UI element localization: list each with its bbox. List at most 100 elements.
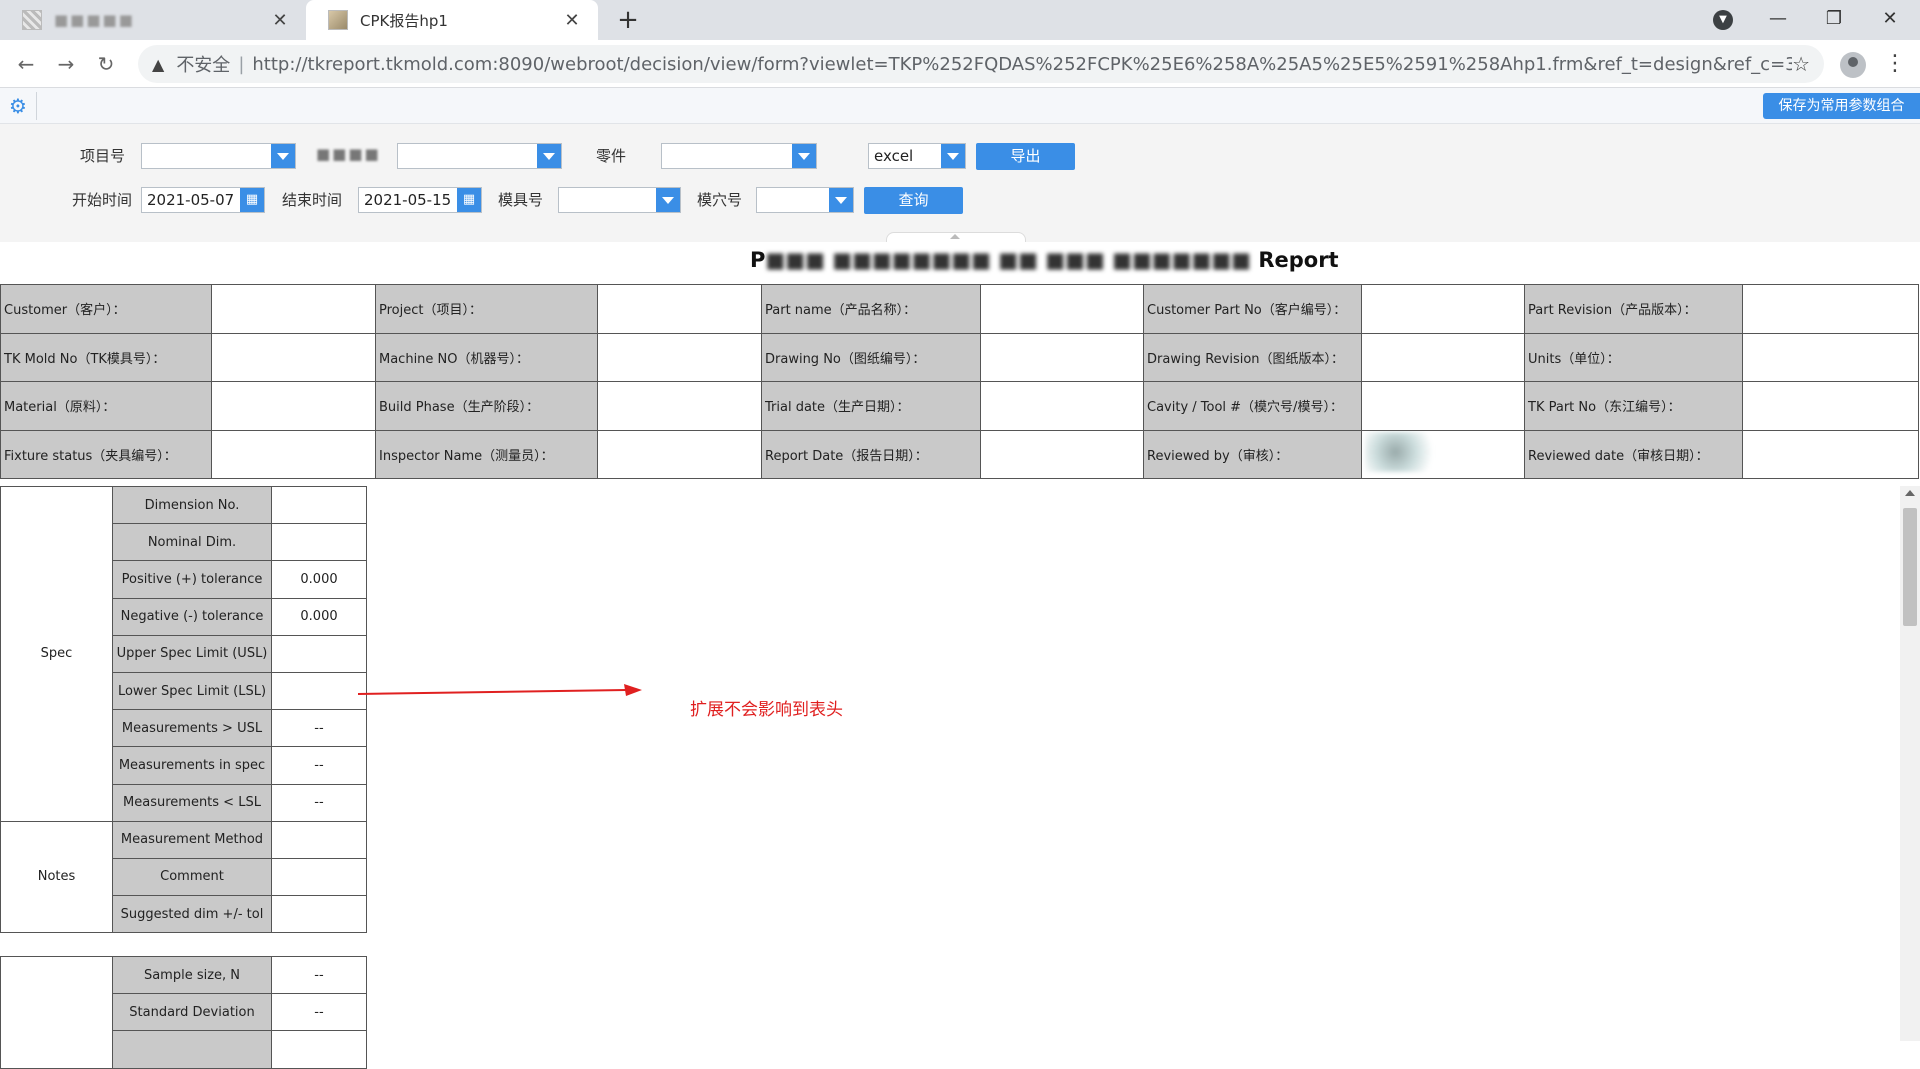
spec-value: [271, 523, 367, 562]
header-value: [980, 284, 1144, 334]
chevron-down-icon[interactable]: [271, 144, 295, 168]
notes-label: Comment: [112, 857, 272, 897]
spec-label: Negative (-) tolerance: [112, 597, 272, 636]
export-format-select[interactable]: excel: [868, 143, 966, 169]
header-value: [1361, 284, 1525, 334]
back-icon[interactable]: ←: [10, 48, 42, 80]
notes-value: [271, 895, 367, 934]
export-button[interactable]: 导出: [976, 143, 1075, 170]
chevron-down-icon[interactable]: [656, 188, 680, 212]
stats-label: Standard Deviation: [112, 993, 272, 1032]
spec-label: Measurements in spec: [112, 746, 272, 785]
notes-group-label: Notes: [0, 820, 113, 934]
new-tab-button[interactable]: +: [612, 4, 644, 36]
calendar-icon[interactable]: ▦: [457, 188, 481, 212]
vertical-scrollbar[interactable]: [1900, 486, 1920, 1041]
spec-value: 0.000: [271, 597, 367, 636]
header-label: Reviewed date（审核日期）：: [1524, 429, 1743, 479]
project-select[interactable]: [141, 143, 296, 169]
spec-value: [271, 485, 367, 525]
header-value: [1742, 429, 1919, 479]
header-value: [980, 381, 1144, 431]
spec-label: Measurements > USL: [112, 709, 272, 748]
header-label: Units（单位）：: [1524, 332, 1743, 382]
start-time-label: 开始时间: [72, 191, 133, 209]
chevron-down-icon[interactable]: [792, 144, 816, 168]
spec-label: Measurements < LSL: [112, 783, 272, 822]
blurred-select[interactable]: [397, 143, 562, 169]
calendar-icon[interactable]: ▦: [240, 188, 264, 212]
window-close-icon[interactable]: ✕: [1862, 0, 1918, 40]
part-select[interactable]: [661, 143, 817, 169]
spec-value: [271, 634, 367, 673]
warning-icon: ▲: [152, 54, 165, 74]
restore-icon[interactable]: ❐: [1806, 0, 1862, 40]
parameter-panel-icon[interactable]: ⚙: [6, 94, 30, 118]
chevron-down-icon[interactable]: [941, 144, 965, 168]
header-value: [211, 284, 376, 334]
header-value: [211, 429, 376, 479]
omnibox-separator: |: [238, 53, 245, 75]
browser-tab-1[interactable]: ■■■■■ ✕: [0, 0, 306, 40]
reload-icon[interactable]: ↻: [90, 48, 122, 80]
notes-value: [271, 857, 367, 897]
header-value: [1361, 332, 1525, 382]
browser-tab-2[interactable]: CPK报告hp1 ✕: [306, 0, 598, 40]
browser-menu-icon[interactable]: ⋮: [1882, 48, 1908, 80]
blurred-label: ■■■■: [316, 145, 381, 163]
start-date-input[interactable]: 2021-05-07 ▦: [141, 187, 265, 213]
stats-value: --: [271, 955, 367, 995]
header-value: [597, 429, 762, 479]
cavity-no-select[interactable]: [756, 187, 854, 213]
mold-no-label: 模具号: [498, 191, 544, 209]
tab-close-icon[interactable]: ✕: [268, 10, 292, 31]
header-label: Machine NO（机器号）：: [375, 332, 598, 382]
tab-title: CPK报告hp1: [360, 11, 448, 30]
scrollbar-thumb[interactable]: [1903, 508, 1917, 626]
bookmark-star-icon[interactable]: ☆: [1792, 52, 1810, 76]
spec-label: Upper Spec Limit (USL): [112, 634, 272, 673]
header-label: Drawing Revision（图纸版本）：: [1143, 332, 1362, 382]
cavity-no-label: 模穴号: [697, 191, 743, 209]
reviewer-signature: [1361, 429, 1525, 479]
header-value: [980, 332, 1144, 382]
query-button[interactable]: 查询: [864, 187, 963, 214]
tab-title: ■■■■■: [54, 11, 135, 29]
header-value: [1742, 332, 1919, 382]
minimize-icon[interactable]: —: [1750, 0, 1806, 40]
header-label: Part Revision（产品版本）：: [1524, 284, 1743, 334]
header-label: Reviewed by（审核）：: [1143, 429, 1362, 479]
chevron-down-icon[interactable]: [829, 188, 853, 212]
forward-icon[interactable]: →: [50, 48, 82, 80]
spec-label: Lower Spec Limit (LSL): [112, 671, 272, 711]
header-label: Part name（产品名称）：: [761, 284, 981, 334]
chevron-down-icon[interactable]: [537, 144, 561, 168]
header-label: Build Phase（生产阶段）：: [375, 381, 598, 431]
stats-value: --: [271, 993, 367, 1032]
toolbar-divider: [36, 92, 37, 120]
omnibox[interactable]: ▲ 不安全 | http://tkreport.tkmold.com:8090/…: [138, 45, 1824, 83]
scroll-up-icon[interactable]: [1905, 490, 1915, 496]
report-title-blurred: ■■■ ■■■■■■■■ ■■ ■■■ ■■■■■■■: [765, 248, 1252, 272]
collapse-panel-handle[interactable]: [886, 232, 1026, 242]
header-row: Customer（客户）： Project（项目）： Part name（产品名…: [0, 284, 1919, 334]
end-time-label: 结束时间: [282, 191, 343, 209]
stats-label: [112, 1030, 272, 1069]
header-value: [597, 284, 762, 334]
profile-avatar-icon[interactable]: [1840, 52, 1866, 78]
spec-value: --: [271, 709, 367, 748]
header-label: Customer（客户）：: [0, 284, 212, 334]
report-title: P■■■ ■■■■■■■■ ■■ ■■■ ■■■■■■■ Report: [750, 248, 1339, 272]
end-date-input[interactable]: 2021-05-15 ▦: [358, 187, 482, 213]
browser-tabstrip: ■■■■■ ✕ CPK报告hp1 ✕ + ▼ — ❐ ✕: [0, 0, 1920, 40]
header-value: [1742, 381, 1919, 431]
save-parameter-combo-button[interactable]: 保存为常用参数组合: [1763, 93, 1920, 119]
tab-search-icon[interactable]: ▼: [1713, 10, 1733, 30]
spec-label: Dimension No.: [112, 485, 272, 525]
mold-no-select[interactable]: [558, 187, 681, 213]
header-value: [597, 332, 762, 382]
url-text[interactable]: http://tkreport.tkmold.com:8090/webroot/…: [252, 54, 1792, 75]
header-label: Drawing No（图纸编号）：: [761, 332, 981, 382]
header-label: Inspector Name（测量员）：: [375, 429, 598, 479]
tab-close-icon[interactable]: ✕: [560, 10, 584, 31]
